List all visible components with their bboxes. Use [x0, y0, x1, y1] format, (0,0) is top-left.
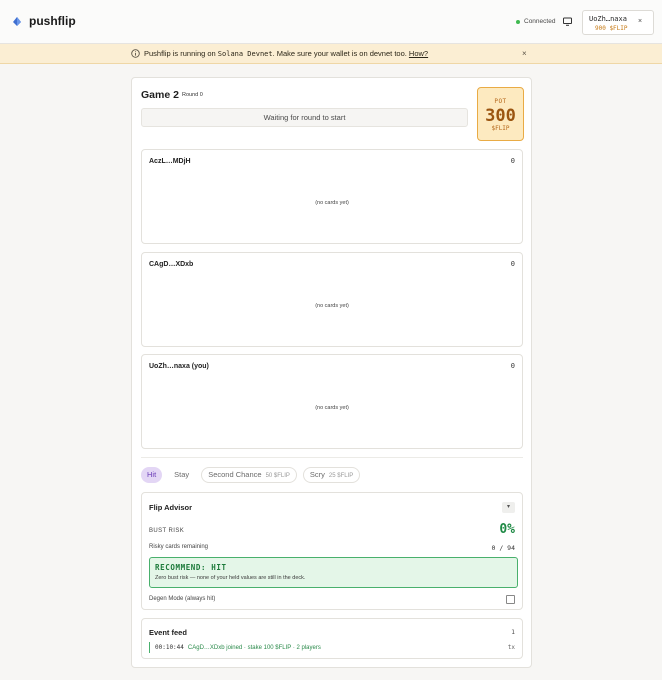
wallet-button[interactable]: UoZh…naxa 900 $FLIP ×	[582, 10, 654, 35]
recommendation-title: RECOMMEND: HIT	[155, 563, 227, 572]
banner-network: Solana Devnet	[217, 50, 273, 58]
brand-name[interactable]: pushflip	[29, 14, 76, 28]
banner-prefix: Pushflip is running on	[144, 49, 218, 58]
event-feed-title: Event feed	[149, 628, 187, 637]
player-card-you: UoZh…naxa (you) 0 (no cards yet)	[141, 354, 523, 449]
player-name: CAgD…XDxb	[149, 261, 194, 268]
round-label: Round 0	[182, 92, 203, 98]
player-card: CAgD…XDxb 0 (no cards yet)	[141, 252, 523, 347]
info-icon	[131, 49, 140, 58]
player-score: 0	[510, 260, 515, 268]
player-empty-hand: (no cards yet)	[315, 200, 349, 206]
banner-suffix: . Make sure your wallet is on devnet too…	[272, 49, 409, 58]
pot-box: POT 300 $FLIP	[477, 87, 524, 141]
degen-mode-label: Degen Mode (always hit)	[149, 596, 216, 602]
game-title: Game 2	[141, 89, 179, 101]
player-empty-hand: (no cards yet)	[315, 303, 349, 309]
risky-cards-value: 0 / 94	[491, 544, 515, 552]
risky-cards-label: Risky cards remaining	[149, 544, 209, 550]
event-time: 00:10:44	[155, 644, 184, 651]
pot-label: POT	[494, 98, 507, 105]
scry-cost: 25 $FLIP	[328, 473, 354, 479]
player-card: AczL…MDjH 0 (no cards yet)	[141, 149, 523, 244]
banner-close-icon[interactable]: ×	[522, 49, 527, 58]
second-chance-cost: 50 $FLIP	[265, 473, 290, 479]
hit-button[interactable]: Hit	[141, 467, 163, 483]
bust-risk-label: BUST RISK	[149, 528, 185, 534]
player-score: 0	[510, 362, 515, 370]
player-name: AczL…MDjH	[149, 158, 191, 165]
player-name: UoZh…naxa (you)	[149, 363, 209, 370]
logo-icon	[13, 17, 21, 26]
status-dot-icon	[516, 19, 520, 24]
wallet-address: UoZh…naxa	[589, 15, 627, 23]
player-empty-hand: (no cards yet)	[315, 405, 349, 411]
chevron-down-icon[interactable]: ▾	[502, 502, 515, 513]
bust-risk-value: 0%	[499, 522, 515, 537]
top-bar: pushflip Connected UoZh…naxa 900 $FLIP ×	[0, 0, 662, 44]
round-status: Waiting for round to start	[141, 108, 468, 127]
stay-button[interactable]: Stay	[168, 467, 196, 483]
second-chance-label: Second Chance	[208, 470, 262, 479]
game-panel: Game 2 Round 0 Waiting for round to star…	[131, 77, 532, 668]
event-message: CAgD…XDxb joined · stake 100 $FLIP · 2 p…	[187, 645, 321, 651]
disconnect-icon[interactable]: ×	[638, 18, 642, 25]
player-score: 0	[510, 157, 515, 165]
action-bar: Hit Stay Second Chance 50 $FLIP Scry 25 $F…	[141, 467, 361, 485]
banner-how-link[interactable]: How?	[409, 49, 428, 58]
scry-label: Scry	[309, 470, 325, 479]
second-chance-button[interactable]: Second Chance 50 $FLIP	[201, 467, 297, 483]
degen-mode-checkbox[interactable]	[506, 595, 515, 604]
banner-message: Pushflip is running on Solana Devnet. Ma…	[144, 49, 428, 58]
connection-label: Connected	[524, 18, 556, 25]
event-row: 00:10:44 CAgD…XDxb joined · stake 100 $FL…	[149, 642, 321, 653]
advisor-title: Flip Advisor	[149, 503, 193, 512]
scry-button[interactable]: Scry 25 $FLIP	[302, 467, 361, 483]
wallet-balance: 900 $FLIP	[595, 25, 628, 32]
recommendation-description: Zero bust risk — none of your held value…	[155, 575, 306, 581]
recommendation-box: RECOMMEND: HIT Zero bust risk — none of …	[149, 557, 518, 588]
divider	[141, 457, 523, 458]
network-banner: Pushflip is running on Solana Devnet. Ma…	[0, 44, 662, 64]
connection-status: Connected	[516, 18, 555, 25]
event-tx-link[interactable]: tx	[508, 644, 515, 651]
monitor-icon[interactable]	[563, 17, 572, 26]
event-count: 1	[511, 628, 515, 636]
event-feed: Event feed 1 00:10:44 CAgD…XDxb joined · …	[141, 618, 523, 659]
pot-value: 300	[485, 106, 516, 126]
flip-advisor: Flip Advisor ▾ BUST RISK 0% Risky cards …	[141, 492, 523, 610]
pot-unit: $FLIP	[491, 125, 510, 132]
